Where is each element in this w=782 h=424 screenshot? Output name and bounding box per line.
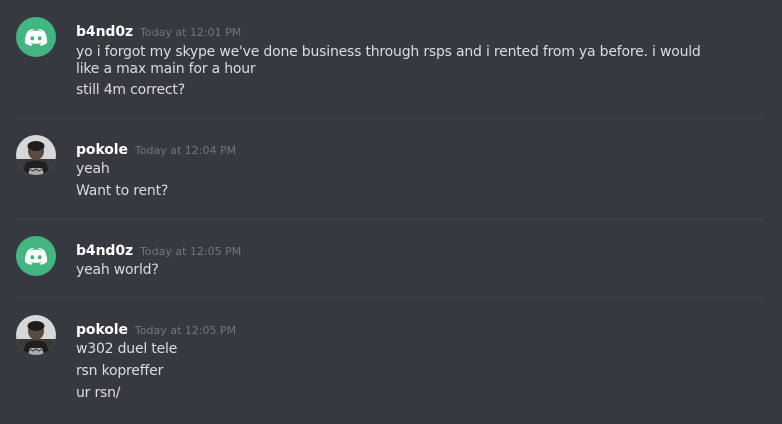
message-divider xyxy=(16,297,766,298)
timestamp[interactable]: Today at 12:05 PM xyxy=(140,245,241,258)
timestamp[interactable]: Today at 12:01 PM xyxy=(140,26,241,39)
message-header: b4nd0z Today at 12:05 PM xyxy=(76,240,241,259)
message-text: still 4m correct? xyxy=(76,82,185,98)
user-photo-icon xyxy=(16,315,56,355)
avatar[interactable] xyxy=(16,135,56,175)
username[interactable]: pokole xyxy=(76,322,128,338)
message-text: w302 duel tele xyxy=(76,341,178,357)
message-text: rsn kopreffer xyxy=(76,363,164,379)
message-text: yeah xyxy=(76,161,110,177)
username[interactable]: b4nd0z xyxy=(76,24,133,40)
message-text: ur rsn/ xyxy=(76,385,121,401)
avatar[interactable] xyxy=(16,315,56,355)
message-header: pokole Today at 12:05 PM xyxy=(76,319,236,338)
message-text: yo i forgot my skype we've done business… xyxy=(76,44,701,77)
message-header: pokole Today at 12:04 PM xyxy=(76,139,236,158)
timestamp[interactable]: Today at 12:05 PM xyxy=(135,324,236,337)
discord-logo-icon xyxy=(24,29,48,46)
chat-messages: b4nd0z Today at 12:01 PM yo i forgot my s… xyxy=(0,0,782,424)
message-text: Want to rent? xyxy=(76,183,169,199)
avatar[interactable] xyxy=(16,236,56,276)
timestamp[interactable]: Today at 12:04 PM xyxy=(135,144,236,157)
avatar[interactable] xyxy=(16,17,56,57)
message-header: b4nd0z Today at 12:01 PM xyxy=(76,21,241,40)
username[interactable]: b4nd0z xyxy=(76,243,133,259)
message-divider xyxy=(16,118,766,119)
message-text: yeah world? xyxy=(76,262,159,278)
username[interactable]: pokole xyxy=(76,142,128,158)
message-divider xyxy=(16,219,766,220)
discord-logo-icon xyxy=(24,248,48,265)
user-photo-icon xyxy=(16,135,56,175)
